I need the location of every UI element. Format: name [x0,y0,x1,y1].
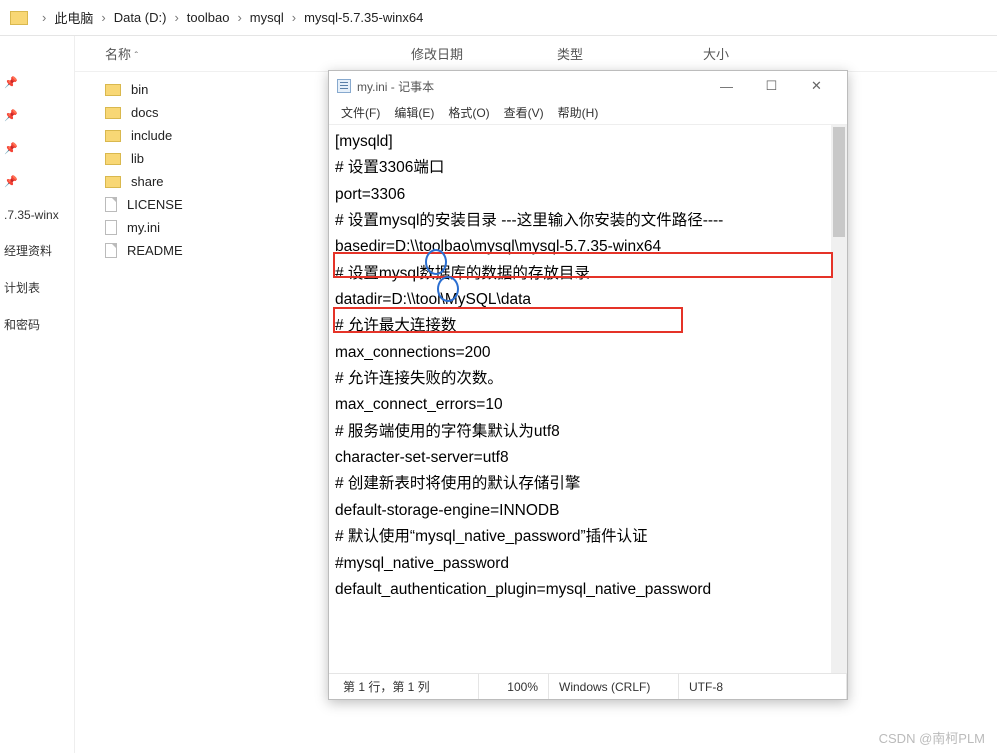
file-name: include [131,128,172,143]
close-button[interactable]: ✕ [794,72,839,100]
statusbar: 第 1 行，第 1 列 100% Windows (CRLF) UTF-8 [329,673,847,699]
quick-access-item[interactable]: 和密码 [0,306,74,343]
status-lineending: Windows (CRLF) [549,674,679,699]
file-name: README [127,243,183,258]
quick-access-item[interactable]: 📌 [0,165,74,198]
menu-help[interactable]: 帮助(H) [552,102,605,123]
notepad-icon [337,79,351,93]
file-name: share [131,174,164,189]
breadcrumb[interactable]: › 此电脑 › Data (D:) › toolbao › mysql › my… [0,0,997,36]
chevron-right-icon: › [288,10,300,25]
quick-access-item[interactable]: 📌 [0,66,74,99]
breadcrumb-item[interactable]: toolbao [187,10,230,25]
folder-icon [10,11,28,25]
folder-icon [105,84,121,96]
breadcrumb-item[interactable]: 此电脑 [54,8,93,27]
breadcrumb-item[interactable]: Data (D:) [114,10,167,25]
quick-access-item[interactable]: 📌 [0,132,74,165]
watermark: CSDN @南柯PLM [879,728,985,747]
scrollbar-thumb[interactable] [833,127,845,237]
pin-icon: 📌 [4,109,18,122]
file-icon [105,197,117,212]
text-area[interactable]: [mysqld] # 设置3306端口 port=3306 # 设置mysql的… [329,125,847,673]
quick-access-pane: 📌 📌 📌 📌 .7.35-winx 经理资料 计划表 和密码 [0,36,75,753]
status-zoom: 100% [479,674,549,699]
folder-icon [105,153,121,165]
column-type[interactable]: 类型 [557,44,697,63]
quick-access-item[interactable]: 计划表 [0,269,74,306]
quick-access-item[interactable]: 经理资料 [0,232,74,269]
file-name: docs [131,105,158,120]
pin-icon: 📌 [4,142,18,155]
folder-icon [105,107,121,119]
breadcrumb-item[interactable]: mysql-5.7.35-winx64 [304,10,423,25]
status-encoding: UTF-8 [679,674,847,699]
menu-file[interactable]: 文件(F) [335,102,386,123]
window-titlebar[interactable]: my.ini - 记事本 — ☐ ✕ [329,71,847,101]
file-name: bin [131,82,148,97]
menu-format[interactable]: 格式(O) [442,102,495,123]
scrollbar[interactable] [831,125,847,673]
chevron-right-icon: › [97,10,109,25]
folder-icon [105,130,121,142]
sort-asc-icon: ˆ [135,51,138,62]
chevron-right-icon: › [170,10,182,25]
window-title: my.ini - 记事本 [357,78,704,95]
menu-view[interactable]: 查看(V) [498,102,550,123]
file-icon [105,243,117,258]
file-icon [105,220,117,235]
column-size[interactable]: 大小 [703,44,843,63]
pin-icon: 📌 [4,76,18,89]
status-position: 第 1 行，第 1 列 [329,674,479,699]
pin-icon: 📌 [4,175,18,188]
file-name: lib [131,151,144,166]
column-modified[interactable]: 修改日期 [411,44,551,63]
chevron-right-icon: › [38,10,50,25]
quick-access-item[interactable]: .7.35-winx [0,198,74,232]
text-content[interactable]: [mysqld] # 设置3306端口 port=3306 # 设置mysql的… [329,125,831,673]
file-name: LICENSE [127,197,183,212]
column-headers[interactable]: 名称 ˆ 修改日期 类型 大小 [75,36,997,72]
notepad-window[interactable]: my.ini - 记事本 — ☐ ✕ 文件(F) 编辑(E) 格式(O) 查看(… [328,70,848,700]
menu-edit[interactable]: 编辑(E) [388,102,440,123]
chevron-right-icon: › [233,10,245,25]
maximize-button[interactable]: ☐ [749,72,794,100]
column-name[interactable]: 名称 ˆ [105,44,405,63]
minimize-button[interactable]: — [704,72,749,100]
breadcrumb-item[interactable]: mysql [250,10,284,25]
menubar[interactable]: 文件(F) 编辑(E) 格式(O) 查看(V) 帮助(H) [329,101,847,125]
folder-icon [105,176,121,188]
quick-access-item[interactable]: 📌 [0,99,74,132]
file-name: my.ini [127,220,160,235]
